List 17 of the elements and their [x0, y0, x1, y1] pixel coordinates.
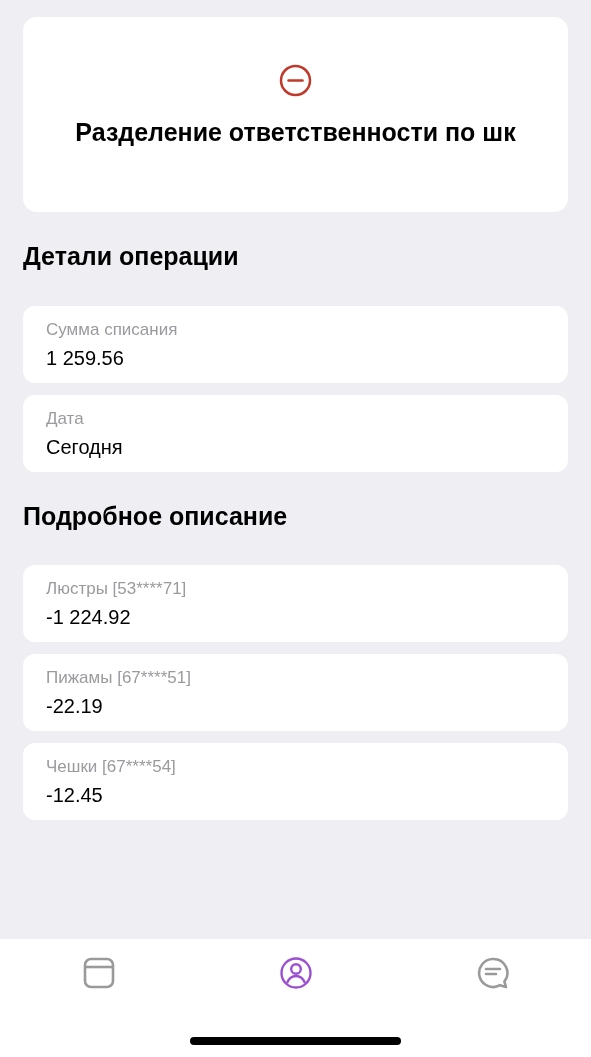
minus-circle-icon [279, 64, 312, 97]
window-icon [81, 956, 116, 990]
chat-icon [475, 956, 510, 990]
field-label: Чешки [67****54] [46, 756, 176, 778]
field-label: Люстры [53****71] [46, 578, 187, 600]
field-value: Сегодня [46, 434, 123, 460]
field-label: Сумма списания [46, 318, 178, 341]
section-heading: Детали операции [23, 241, 240, 272]
field-label: Дата [46, 407, 84, 430]
operation-title: Разделение ответственности по шк [75, 117, 516, 148]
profile-icon [278, 956, 313, 990]
field-value: -12.45 [46, 783, 103, 808]
section-heading: Подробное описание [23, 500, 289, 532]
field-label: Пижамы [67****51] [46, 667, 191, 689]
field-value: 1 259.56 [46, 345, 124, 371]
field-value: -22.19 [46, 694, 103, 719]
field-value: -1 224.92 [46, 605, 131, 630]
